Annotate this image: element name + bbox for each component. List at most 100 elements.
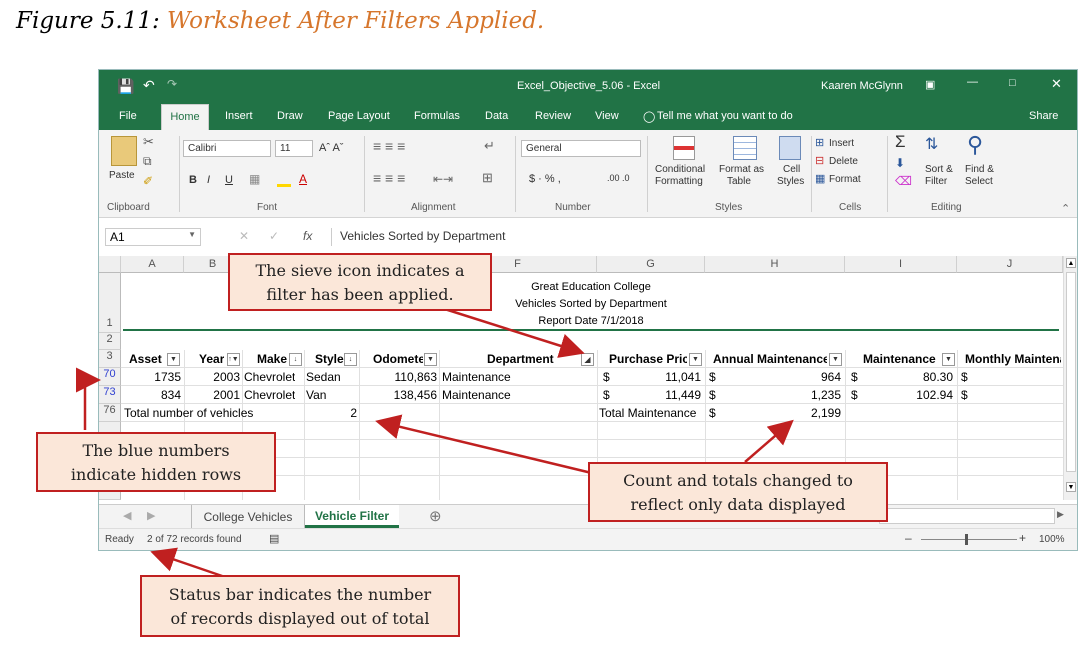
row-header[interactable]: 1 [99,273,121,333]
sheet-tab-college-vehicles[interactable]: College Vehicles [191,505,305,528]
scroll-down-icon[interactable]: ▼ [1066,482,1076,492]
sort-label[interactable]: Sort & [925,164,953,175]
collapse-ribbon-icon[interactable]: ⌃ [1061,202,1070,215]
insert-function-icon[interactable]: fx [303,229,312,243]
enter-icon[interactable]: ✓ [269,229,279,243]
filter-dropdown-icon[interactable]: ▼ [167,353,180,366]
insert-cells-button[interactable]: Insert [829,138,854,149]
sort-icon[interactable]: ↓ [289,353,302,366]
zoom-level[interactable]: 100% [1039,534,1065,545]
total-vehicles-label[interactable]: Total number of vehicles [124,405,253,422]
cell-maintenance[interactable]: 102.94 [869,387,953,404]
row-header[interactable]: 76 [99,404,121,422]
currency-icon[interactable]: $ · % , [529,173,561,185]
filter-sort-icon[interactable]: ↑▼ [227,353,240,366]
styles-button-label[interactable]: Styles [777,176,804,187]
cancel-icon[interactable]: ✕ [239,229,249,243]
total-maintenance-value[interactable]: 2,199 [729,405,841,422]
cut-icon[interactable]: ✂ [143,134,154,150]
add-sheet-icon[interactable]: ⊕ [429,507,442,525]
header-year[interactable]: Year [199,351,224,368]
tab-formulas[interactable]: Formulas [414,110,460,122]
total-vehicles-count[interactable]: 2 [304,405,357,422]
conditional-label[interactable]: Conditional [655,164,705,175]
tab-review[interactable]: Review [535,110,571,122]
header-department[interactable]: Department [487,351,554,368]
tab-home[interactable]: Home [161,104,209,131]
tell-me-search[interactable]: Tell me what you want to do [657,110,793,122]
close-icon[interactable]: ✕ [1051,76,1062,92]
zoom-out-icon[interactable]: – [905,531,912,545]
sort-icon[interactable]: ↓ [344,353,357,366]
delete-cells-icon[interactable]: ⊟ [815,154,824,167]
cell-annual-maintenance[interactable]: 964 [729,369,841,386]
sieve-filter-icon[interactable]: ◢ [581,353,594,366]
column-header-a[interactable]: A [121,256,184,273]
cell-asset[interactable]: 1735 [121,369,181,386]
cell-make[interactable]: Chevrolet [244,369,295,386]
column-header-g[interactable]: G [597,256,705,273]
column-header-h[interactable]: H [705,256,845,273]
cell-label[interactable]: Cell [783,164,800,175]
fill-color-icon[interactable] [277,184,291,187]
decimal-icon[interactable]: .00 .0 [607,173,630,183]
header-asset[interactable]: Asset [129,351,162,368]
find-label[interactable]: Find & [965,164,994,175]
ribbon-display-icon[interactable]: ▣ [925,78,935,91]
minimize-icon[interactable]: — [967,76,978,88]
formatting-label[interactable]: Formatting [655,176,703,187]
number-format-select[interactable]: General [521,140,641,157]
cell-style[interactable]: Sedan [306,369,341,386]
select-all-corner[interactable] [99,256,121,273]
underline-icon[interactable]: U [225,174,233,186]
cell-department[interactable]: Maintenance [442,369,511,386]
share-button[interactable]: Share [1029,110,1058,122]
paste-icon[interactable] [111,136,137,166]
grow-font-icon[interactable]: Aˆ Aˇ [319,142,343,154]
column-header-j[interactable]: J [957,256,1063,273]
bold-icon[interactable]: B [189,174,197,186]
merge-icon[interactable]: ⊞ [482,170,493,186]
header-make[interactable]: Make [257,351,287,368]
find-select-icon[interactable]: ⚲ [967,132,983,158]
filter-dropdown-icon[interactable]: ▼ [829,353,842,366]
save-icon[interactable]: 💾 [117,78,134,95]
cell-department[interactable]: Maintenance [442,387,511,404]
header-style[interactable]: Style [315,351,344,368]
sheet-tab-vehicle-filter[interactable]: Vehicle Filter [305,505,399,528]
row-header-hidden[interactable]: 73 [99,386,121,404]
cell-odometer[interactable]: 110,863 [359,369,438,386]
top-align-icon[interactable]: ≡ ≡ ≡ [373,138,405,154]
row-header-hidden[interactable]: 70 [99,368,121,386]
format-as-label[interactable]: Format as [719,164,764,175]
scroll-up-icon[interactable]: ▲ [1066,258,1076,268]
cell-asset[interactable]: 834 [121,387,181,404]
cell-make[interactable]: Chevrolet [244,387,295,404]
sort-filter-icon[interactable]: ⇅ [925,134,938,154]
zoom-slider-thumb[interactable] [965,534,968,545]
autosum-icon[interactable]: Σ [895,132,906,152]
italic-icon[interactable]: I [207,174,210,186]
scroll-right-icon[interactable]: ▶ [147,509,155,522]
column-header-i[interactable]: I [845,256,957,273]
paste-button[interactable]: Paste [109,170,135,181]
clear-icon[interactable]: ⌫ [895,174,912,188]
row-header[interactable]: 3 [99,350,121,368]
insert-cells-icon[interactable]: ⊞ [815,136,824,149]
indent-icon[interactable]: ⇤⇥ [433,172,453,186]
select-label[interactable]: Select [965,176,993,187]
format-as-table-icon[interactable] [733,136,757,160]
undo-icon[interactable]: ↶ [143,77,155,94]
delete-cells-button[interactable]: Delete [829,156,858,167]
redo-icon[interactable]: ↷ [167,77,177,91]
name-box[interactable]: A1 ▼ [105,228,201,246]
filter-dropdown-icon[interactable]: ▼ [942,353,955,366]
font-size-select[interactable]: 11 [275,140,313,157]
user-name[interactable]: Kaaren McGlynn [821,80,903,92]
filter-label[interactable]: Filter [925,176,947,187]
cell-purchase-price[interactable]: 11,041 [619,369,701,386]
tab-view[interactable]: View [595,110,619,122]
zoom-slider[interactable] [921,539,1017,540]
left-align-icon[interactable]: ≡ ≡ ≡ [373,170,405,186]
zoom-in-icon[interactable]: + [1019,531,1026,545]
